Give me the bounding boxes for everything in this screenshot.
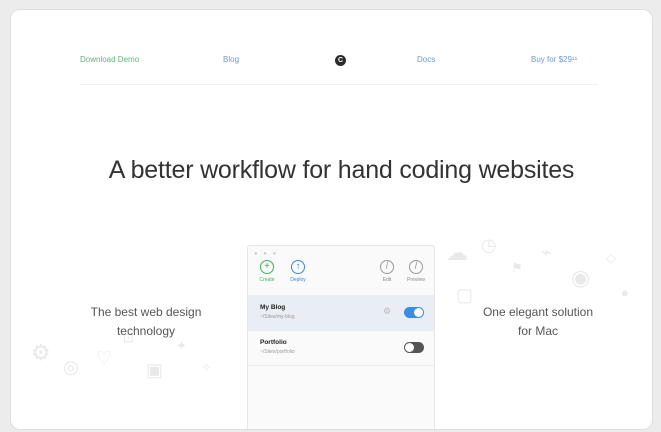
site-row[interactable]: My Blog ~/Sites/my-blog ⚙	[248, 296, 434, 330]
decorative-target-icon: ◉	[571, 265, 591, 290]
blog-link[interactable]: Blog	[223, 55, 239, 64]
decorative-heart-icon: ♡	[96, 348, 113, 368]
decorative-dot-icon: ●	[621, 285, 629, 300]
site-toggle[interactable]	[404, 307, 424, 318]
nav-divider	[80, 84, 598, 85]
c-logo-icon[interactable]: C	[335, 55, 346, 66]
download-demo-link[interactable]: Download Demo	[80, 55, 139, 64]
create-button[interactable]: + Create	[254, 260, 280, 283]
decorative-cloud-icon: ☁	[446, 240, 468, 265]
decorative-globe-icon: ◎	[63, 357, 79, 377]
left-tagline-line2: technology	[116, 324, 176, 338]
right-tagline-line1: One elegant solution	[482, 305, 594, 319]
decorative-gear-icon: ⚙	[31, 340, 51, 365]
docs-link[interactable]: Docs	[417, 55, 435, 64]
toggle-knob	[405, 343, 414, 352]
preview-button[interactable]: / Preview	[403, 260, 429, 283]
site-row[interactable]: Portfolio ~/Sites/portfolio	[248, 331, 434, 365]
decorative-clock-icon: ◷	[481, 235, 497, 255]
pencil-circle-icon: /	[380, 260, 394, 274]
arrow-up-circle-icon: ↑	[291, 260, 305, 274]
gear-icon[interactable]: ⚙	[383, 306, 391, 317]
decorative-bolt-icon: ⌁	[541, 242, 552, 262]
deploy-label: Deploy	[290, 277, 306, 283]
deploy-button[interactable]: ↑ Deploy	[285, 260, 311, 283]
site-name: My Blog	[260, 304, 286, 311]
right-tagline-line2: for Mac	[517, 324, 558, 338]
buy-link[interactable]: Buy for $29¹¹	[531, 55, 577, 64]
site-name: Portfolio	[260, 339, 287, 346]
site-toggle[interactable]	[404, 342, 424, 353]
site-path: ~/Sites/portfolio	[260, 349, 295, 355]
top-nav: Download Demo Blog C Docs Buy for $29¹¹	[11, 10, 652, 90]
app-window: ● ● ● + Create ↑ Deploy / Edit / Preview…	[247, 245, 435, 429]
row-divider	[248, 365, 434, 366]
toggle-knob	[414, 308, 423, 317]
decorative-image-icon: ▣	[146, 360, 164, 380]
left-tagline: The best web design technology	[76, 303, 216, 341]
decorative-flag-icon: ⚑	[511, 260, 523, 275]
window-controls[interactable]: ● ● ●	[254, 251, 278, 257]
eye-circle-icon: /	[409, 260, 423, 274]
edit-label: Edit	[382, 277, 392, 283]
page-headline: A better workflow for hand coding websit…	[108, 156, 575, 184]
site-path: ~/Sites/my-blog	[260, 314, 295, 320]
edit-button[interactable]: / Edit	[374, 260, 400, 283]
create-label: Create	[259, 277, 275, 283]
left-tagline-line1: The best web design	[90, 305, 202, 319]
decorative-diamond-icon: ◇	[606, 250, 616, 265]
preview-label: Preview	[407, 277, 425, 283]
decorative-star-icon: ✧	[201, 360, 212, 375]
right-tagline: One elegant solution for Mac	[463, 303, 613, 341]
plus-circle-icon: +	[260, 260, 274, 274]
browser-frame: Download Demo Blog C Docs Buy for $29¹¹ …	[10, 9, 653, 430]
